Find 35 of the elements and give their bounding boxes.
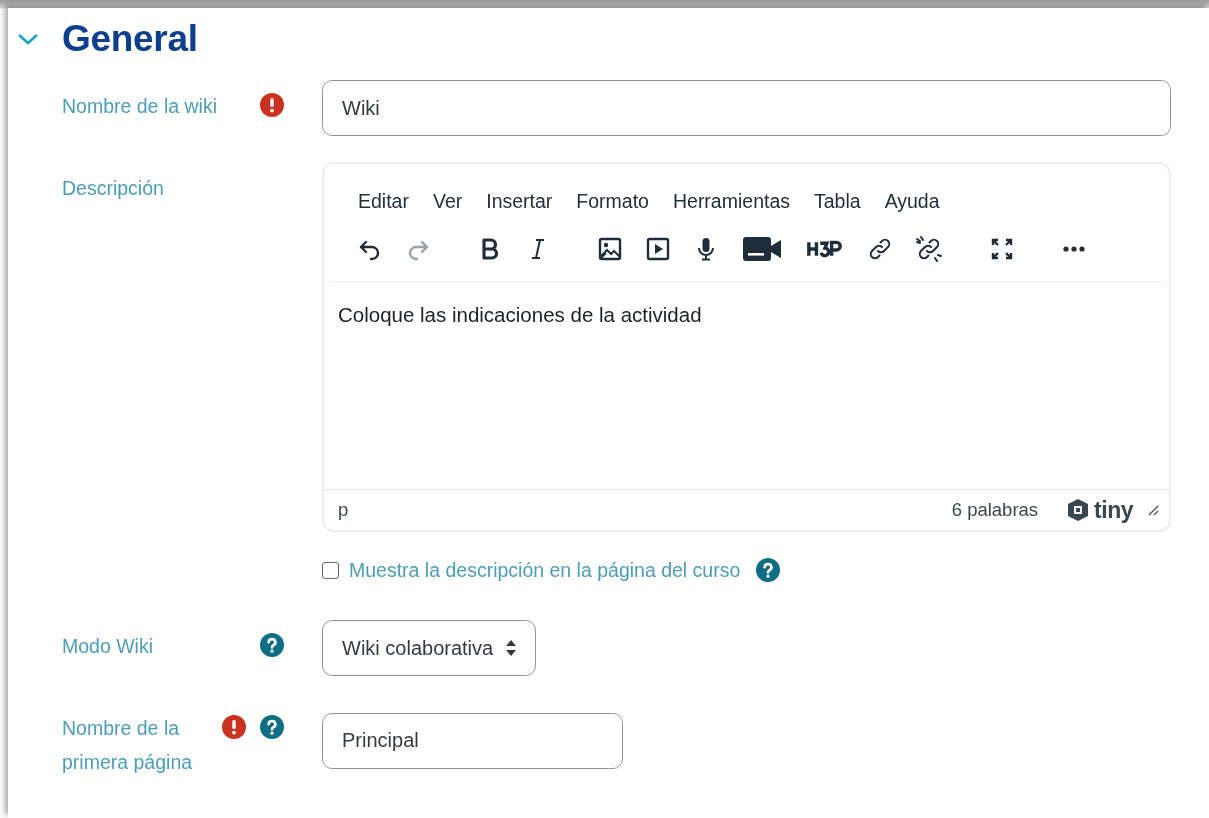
menu-item[interactable]: Herramientas bbox=[660, 188, 802, 215]
resize-handle-icon[interactable] bbox=[1147, 504, 1159, 516]
rich-text-editor[interactable]: Editar Ver Insertar Formato Herramientas Tabla Ayuda Coloque las indicaciones de la actividad p 6 palabras tiny bbox=[322, 162, 1171, 532]
menu-item[interactable]: Formato bbox=[564, 188, 661, 215]
section-title: General bbox=[62, 18, 198, 60]
video-camera-icon bbox=[742, 236, 782, 262]
tiny-logo[interactable]: tiny bbox=[1066, 496, 1133, 524]
fullscreen-icon bbox=[990, 237, 1014, 261]
help-icon[interactable] bbox=[260, 715, 284, 739]
field-label: Modo Wiki bbox=[62, 634, 155, 659]
help-icon[interactable] bbox=[756, 558, 781, 582]
unlink-icon bbox=[916, 236, 942, 262]
text-field[interactable]: Wiki bbox=[322, 80, 1171, 136]
chevron-down-icon bbox=[17, 32, 39, 46]
play-icon bbox=[646, 237, 670, 261]
menu-item[interactable]: Insertar bbox=[474, 188, 565, 215]
tiny-logo-icon bbox=[1066, 498, 1091, 522]
menu-item[interactable]: Editar bbox=[346, 188, 421, 215]
editor-text: Coloque las indicaciones de la actividad bbox=[338, 303, 703, 327]
field-label: Descripción bbox=[62, 176, 165, 201]
link-icon bbox=[868, 237, 892, 261]
text-field[interactable]: Principal bbox=[322, 712, 623, 769]
menu-item[interactable]: Tabla bbox=[802, 188, 873, 215]
field-label: Nombre de la primera página bbox=[62, 716, 194, 775]
menu-item[interactable]: Ver bbox=[420, 188, 475, 215]
element-path[interactable]: p bbox=[338, 499, 349, 521]
more-icon bbox=[1062, 245, 1086, 253]
field-label: Nombre de la wiki bbox=[62, 94, 218, 119]
select-field[interactable]: Wiki colaborativa bbox=[322, 620, 537, 676]
word-count: 6 palabras bbox=[951, 499, 1039, 521]
menu-item[interactable]: Ayuda bbox=[872, 188, 952, 215]
checkbox[interactable] bbox=[322, 561, 339, 579]
help-icon[interactable] bbox=[260, 633, 284, 657]
image-icon bbox=[598, 237, 622, 261]
sort-caret-icon bbox=[505, 639, 518, 657]
